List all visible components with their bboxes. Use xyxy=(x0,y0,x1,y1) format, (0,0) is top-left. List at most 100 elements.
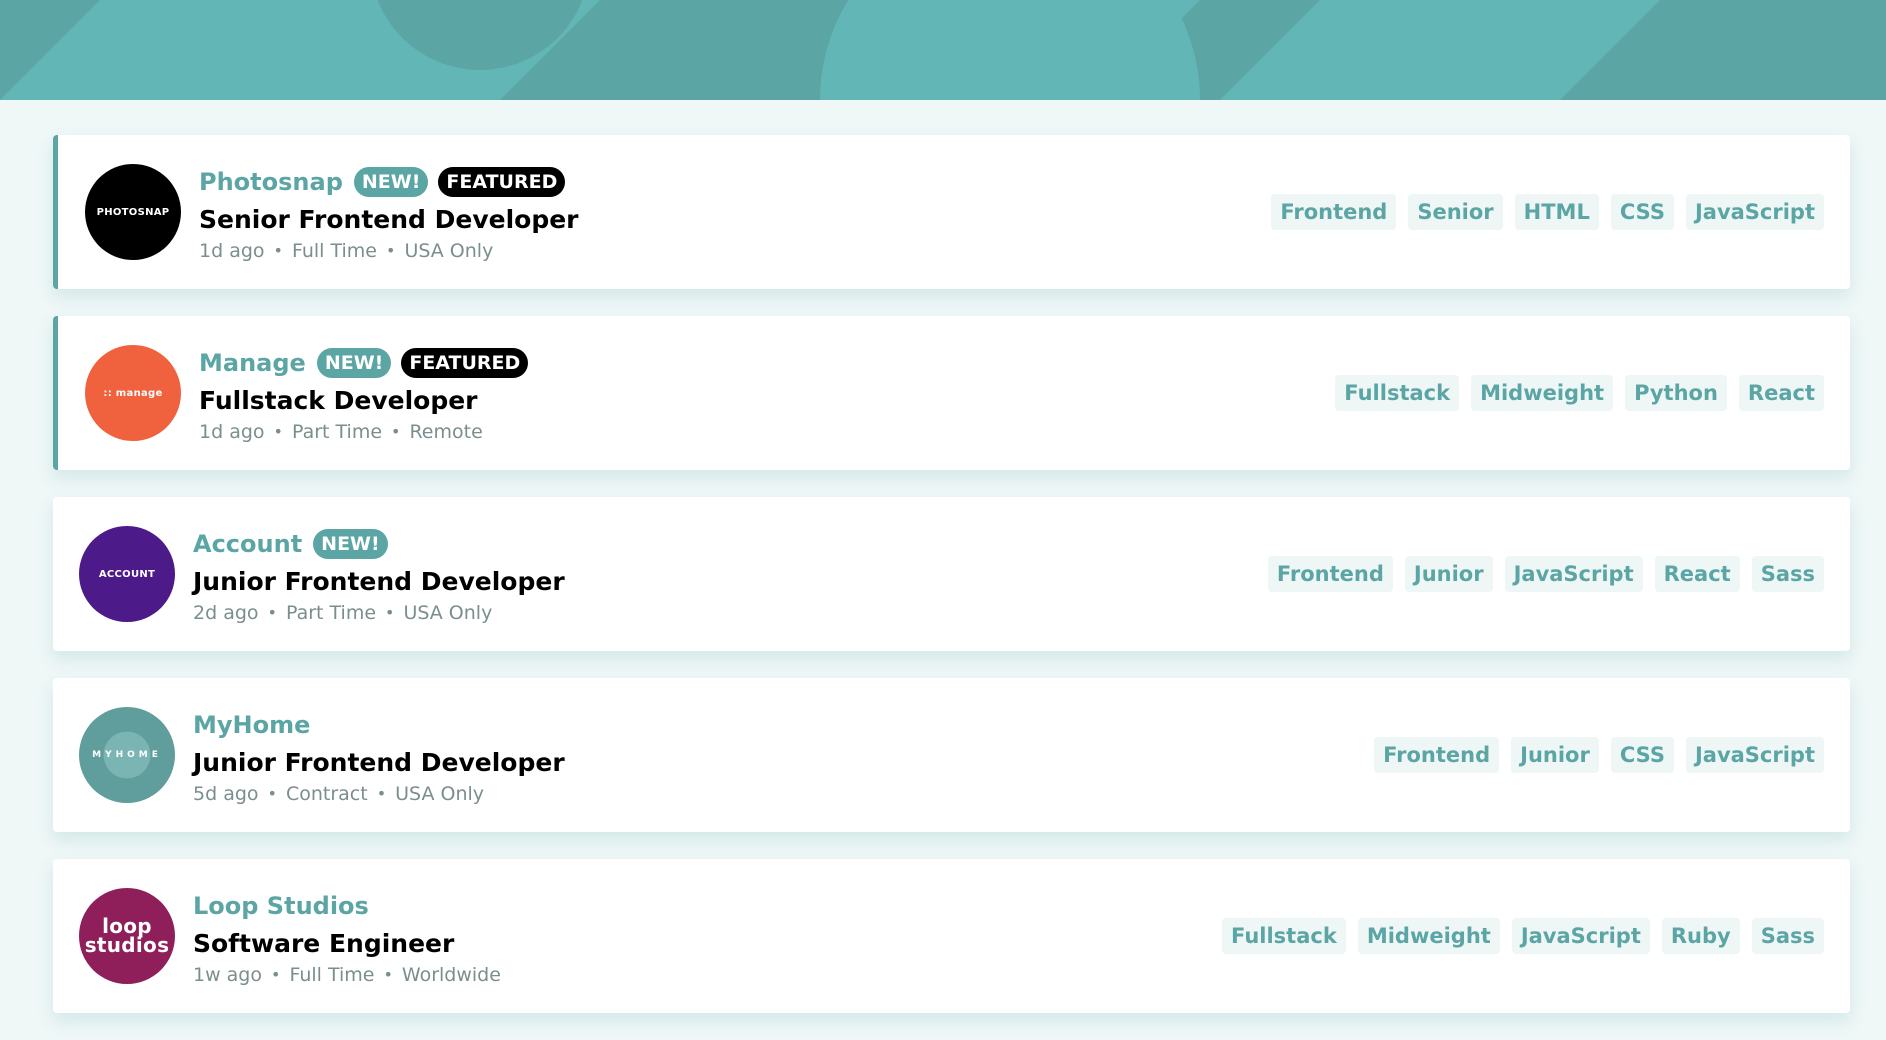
tag-button[interactable]: Junior xyxy=(1404,556,1493,592)
tag-list: Fullstack Midweight JavaScript Ruby Sass xyxy=(1222,918,1824,954)
company-row: Photosnap NEW! FEATURED xyxy=(199,163,579,201)
tag-list: Frontend Junior JavaScript React Sass xyxy=(1267,556,1824,592)
job-list: PHOTOSNAP Photosnap NEW! FEATURED Senior… xyxy=(53,135,1850,1040)
posted-at: 1d ago xyxy=(199,239,265,262)
job-info: Account NEW! Junior Frontend Developer 2… xyxy=(193,525,565,624)
job-location: USA Only xyxy=(395,782,485,805)
tag-list: Frontend Junior CSS JavaScript xyxy=(1374,737,1824,773)
tag-button[interactable]: Senior xyxy=(1408,194,1503,230)
new-badge: NEW! xyxy=(313,528,388,559)
separator-dot-icon: • xyxy=(386,241,396,260)
company-name: Loop Studios xyxy=(193,891,369,920)
logo-text: PHOTOSNAP xyxy=(96,206,170,218)
contract-type: Contract xyxy=(285,782,368,805)
separator-dot-icon: • xyxy=(273,422,283,441)
posted-at: 1w ago xyxy=(193,963,262,986)
job-position[interactable]: Junior Frontend Developer xyxy=(193,566,565,598)
separator-dot-icon: • xyxy=(385,603,395,622)
job-meta: 5d ago • Contract • USA Only xyxy=(193,783,565,805)
job-location: USA Only xyxy=(403,601,493,624)
featured-badge: FEATURED xyxy=(401,347,529,378)
tag-button[interactable]: Frontend xyxy=(1267,556,1393,592)
job-meta: 1w ago • Full Time • Worldwide xyxy=(193,964,501,986)
logo-text: MYHOME xyxy=(92,750,162,760)
company-logo: :: manage xyxy=(85,345,181,441)
tag-button[interactable]: JavaScript xyxy=(1685,194,1824,230)
tag-button[interactable]: Ruby xyxy=(1661,918,1740,954)
header-banner xyxy=(0,0,1886,100)
job-card[interactable]: :: manage Manage NEW! FEATURED Fullstack… xyxy=(53,316,1850,470)
tag-button[interactable]: Sass xyxy=(1751,918,1824,954)
job-meta: 2d ago • Part Time • USA Only xyxy=(193,602,565,624)
job-location: Worldwide xyxy=(401,963,501,986)
posted-at: 1d ago xyxy=(199,420,265,443)
logo-text: :: manage xyxy=(103,387,163,399)
company-name: MyHome xyxy=(193,710,311,739)
separator-dot-icon: • xyxy=(273,241,283,260)
job-card[interactable]: PHOTOSNAP Photosnap NEW! FEATURED Senior… xyxy=(53,135,1850,289)
separator-dot-icon: • xyxy=(267,784,277,803)
tag-button[interactable]: Frontend xyxy=(1271,194,1397,230)
tag-button[interactable]: CSS xyxy=(1610,737,1674,773)
job-location: USA Only xyxy=(404,239,494,262)
contract-type: Part Time xyxy=(291,420,383,443)
job-meta: 1d ago • Part Time • Remote xyxy=(199,421,538,443)
company-name: Account xyxy=(193,529,303,558)
company-logo: loop studios xyxy=(79,888,175,984)
new-badge: NEW! xyxy=(353,166,429,197)
tag-button[interactable]: Sass xyxy=(1751,556,1824,592)
job-meta: 1d ago • Full Time • USA Only xyxy=(199,240,579,262)
posted-at: 2d ago xyxy=(193,601,259,624)
featured-badge: FEATURED xyxy=(438,166,566,197)
company-name: Manage xyxy=(199,348,306,377)
job-card[interactable]: ACCOUNT Account NEW! Junior Frontend Dev… xyxy=(53,497,1850,651)
tag-button[interactable]: JavaScript xyxy=(1685,737,1824,773)
tag-button[interactable]: Fullstack xyxy=(1335,375,1460,411)
new-badge: NEW! xyxy=(316,347,392,378)
job-card[interactable]: loop studios Loop Studios Software Engin… xyxy=(53,859,1850,1013)
separator-dot-icon: • xyxy=(391,422,401,441)
company-row: Manage NEW! FEATURED xyxy=(199,344,538,382)
separator-dot-icon: • xyxy=(383,965,393,984)
separator-dot-icon: • xyxy=(376,784,387,803)
header-pattern xyxy=(0,0,1886,100)
posted-at: 5d ago xyxy=(193,782,259,805)
tag-button[interactable]: JavaScript xyxy=(1504,556,1643,592)
tag-button[interactable]: Python xyxy=(1625,375,1727,411)
company-name: Photosnap xyxy=(199,167,343,196)
tag-button[interactable]: Midweight xyxy=(1471,375,1614,411)
job-info: Photosnap NEW! FEATURED Senior Frontend … xyxy=(199,163,579,262)
company-logo: MYHOME xyxy=(79,707,175,803)
tag-button[interactable]: Junior xyxy=(1511,737,1599,773)
job-position[interactable]: Senior Frontend Developer xyxy=(199,204,579,236)
tag-button[interactable]: Fullstack xyxy=(1222,918,1346,954)
job-info: MyHome Junior Frontend Developer 5d ago … xyxy=(193,706,565,805)
contract-type: Full Time xyxy=(289,963,375,986)
tag-button[interactable]: JavaScript xyxy=(1511,918,1650,954)
tag-button[interactable]: CSS xyxy=(1610,194,1674,230)
tag-button[interactable]: HTML xyxy=(1514,194,1599,230)
tag-button[interactable]: React xyxy=(1654,556,1740,592)
logo-text: loop studios xyxy=(84,914,170,957)
contract-type: Part Time xyxy=(285,601,377,624)
job-location: Remote xyxy=(409,420,483,443)
logo-text: ACCOUNT xyxy=(98,568,156,580)
job-position[interactable]: Software Engineer xyxy=(193,928,501,960)
company-logo: PHOTOSNAP xyxy=(85,164,181,260)
tag-button[interactable]: Midweight xyxy=(1357,918,1500,954)
tag-button[interactable]: React xyxy=(1738,375,1824,411)
company-row: MyHome xyxy=(193,706,565,744)
tag-list: Fullstack Midweight Python React xyxy=(1335,375,1824,411)
company-row: Account NEW! xyxy=(193,525,565,563)
separator-dot-icon: • xyxy=(267,603,277,622)
job-position[interactable]: Fullstack Developer xyxy=(199,385,538,417)
company-logo: ACCOUNT xyxy=(79,526,175,622)
company-row: Loop Studios xyxy=(193,887,501,925)
job-info: Manage NEW! FEATURED Fullstack Developer… xyxy=(199,344,538,443)
separator-dot-icon: • xyxy=(271,965,281,984)
job-info: Loop Studios Software Engineer 1w ago • … xyxy=(193,887,501,986)
tag-list: Frontend Senior HTML CSS JavaScript xyxy=(1271,194,1824,230)
job-position[interactable]: Junior Frontend Developer xyxy=(193,747,565,779)
tag-button[interactable]: Frontend xyxy=(1374,737,1500,773)
job-card[interactable]: MYHOME MyHome Junior Frontend Developer … xyxy=(53,678,1850,832)
